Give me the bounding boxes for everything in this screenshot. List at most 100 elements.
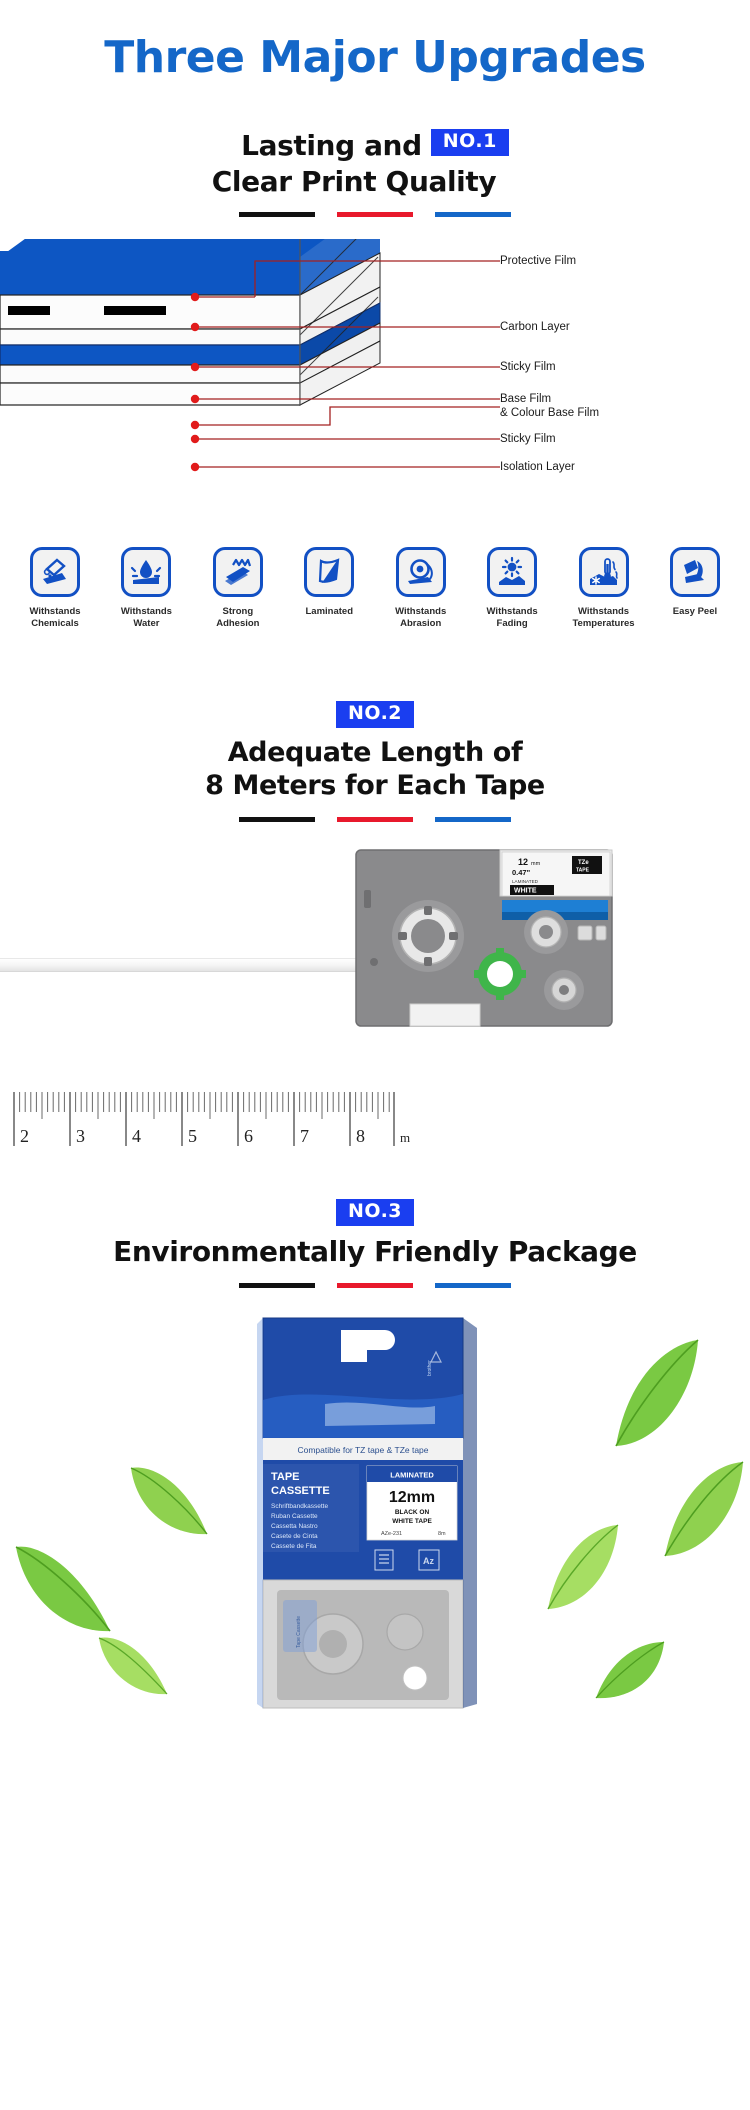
section-2-header: NO.2 Adequate Length of 8 Meters for Eac…: [0, 701, 750, 822]
rule-red: [337, 816, 413, 822]
rule-blue: [435, 1282, 511, 1288]
ruler-tick-8: 8: [356, 1126, 365, 1146]
cassette-size-value: 12: [518, 857, 528, 867]
svg-text:brother: brother: [427, 1360, 433, 1376]
ruler-tick-3: 3: [76, 1126, 85, 1146]
feature-withstands-abrasion: Withstands Abrasion: [380, 547, 462, 667]
rule-black: [239, 816, 315, 822]
leaf-icon: [547, 1524, 619, 1610]
diagram-label-sticky-film-1: Sticky Film: [500, 361, 556, 374]
tape-layer-diagram: Protective Film Carbon Layer Sticky Film…: [0, 239, 750, 499]
sun-fading-icon: [487, 547, 538, 598]
leaf-icon: [15, 1546, 111, 1632]
ruler: 2 3 4 5 6 7 8 m: [0, 1074, 750, 1169]
section-2-title-line1: Adequate Length of: [227, 737, 523, 768]
cassette-brand: TZe: [578, 860, 589, 866]
rule-blue: [435, 816, 511, 822]
feature-withstands-chemicals: Withstands Chemicals: [14, 547, 96, 667]
feature-label: Easy Peel: [672, 606, 718, 618]
feature-withstands-fading: Withstands Fading: [471, 547, 553, 667]
svg-text:TAPE: TAPE: [576, 867, 590, 873]
feature-label: Laminated: [305, 606, 354, 618]
easy-peel-icon: [669, 547, 720, 598]
feature-label: Withstands Chemicals: [29, 606, 81, 630]
tape-cassette-image: 12 mm 0.47" LAMINATED WHITE TZe TAPE: [355, 849, 613, 1027]
feature-laminated: Laminated: [288, 547, 370, 667]
feature-label: Withstands Water: [120, 606, 172, 630]
section-1-title-line2: Clear Print Quality: [211, 165, 497, 199]
diagram-label-carbon-layer: Carbon Layer: [500, 321, 570, 334]
page-title: Three Major Upgrades: [104, 32, 646, 83]
leaf-icon: [615, 1339, 699, 1447]
feature-label: Withstands Temperatures: [572, 606, 635, 630]
diagram-label-isolation-layer: Isolation Layer: [500, 461, 575, 474]
rule-black: [239, 1282, 315, 1288]
section-3-header: NO.3 Environmentally Friendly Package: [0, 1198, 750, 1288]
ruler-tick-5: 5: [188, 1126, 197, 1146]
feature-label: Withstands Fading: [486, 606, 538, 630]
section-2-title-line2: 8 Meters for Each Tape: [205, 769, 545, 801]
diagram-label-list: Protective Film Carbon Layer Sticky Film…: [500, 239, 750, 499]
abrasion-icon: [395, 547, 446, 598]
section-3-title-line1: Environmentally Friendly Package: [113, 1234, 637, 1268]
svg-text:Tape Cassette: Tape Cassette: [296, 1616, 302, 1648]
feature-withstands-water: Withstands Water: [105, 547, 187, 667]
rule-black: [239, 212, 315, 218]
feature-strong-adhesion: Strong Adhesion: [197, 547, 279, 667]
package-lang-2: Ruban Cassette: [271, 1513, 318, 1520]
feature-icon-strip: Withstands Chemicals Withstands Water St…: [0, 547, 750, 667]
section-3-rules: [0, 1282, 750, 1288]
package-compatible-text: Compatible for TZ tape & TZe tape: [297, 1445, 428, 1455]
section-1-rules: [0, 212, 750, 218]
section-3-badge: NO.3: [335, 1198, 415, 1226]
cassette-laminated-text: LAMINATED: [512, 879, 539, 884]
feature-label: Strong Adhesion: [216, 606, 260, 630]
leaf-icon: [98, 1637, 168, 1695]
ruler-unit: m: [400, 1130, 410, 1145]
feature-label: Withstands Abrasion: [395, 606, 447, 630]
package-lang-1: Schriftbandkassette: [271, 1503, 328, 1510]
ruler-tick-7: 7: [300, 1126, 309, 1146]
cassette-inch-value: 0.47": [512, 868, 531, 877]
package-lang-3: Cassetta Nastro: [271, 1523, 318, 1530]
package-lang-5: Cassete de Fita: [271, 1543, 317, 1550]
package-title-line2: CASSETTE: [271, 1485, 330, 1497]
section-2-rules: [0, 816, 750, 822]
ruler-tick-6: 6: [244, 1126, 253, 1146]
chemicals-icon: [30, 547, 80, 598]
leaf-icon: [664, 1461, 744, 1557]
package-laminated: LAMINATED: [390, 1470, 434, 1479]
package-spec-line1: BLACK ON: [395, 1509, 430, 1516]
rule-red: [337, 212, 413, 218]
section-1-title-line1: Lasting and: [241, 129, 422, 162]
temperature-icon: [578, 547, 629, 598]
package-spec-line2: WHITE TAPE: [392, 1518, 432, 1525]
rule-blue: [435, 212, 511, 218]
diagram-label-colour-base-film: & Colour Base Film: [500, 407, 600, 420]
diagram-label-protective-film: Protective Film: [500, 255, 577, 268]
ruler-tick-4: 4: [132, 1126, 141, 1146]
adhesion-icon: [212, 547, 263, 598]
feature-withstands-temperatures: Withstands Temperatures: [563, 547, 645, 667]
infographic-page: Three Major Upgrades Lasting and NO.1 Cl…: [0, 0, 750, 2110]
rule-red: [337, 1282, 413, 1288]
package-size: 12mm: [389, 1489, 435, 1506]
feature-easy-peel: Easy Peel: [654, 547, 736, 667]
leaf-icon: [130, 1467, 208, 1535]
package-model: AZe-231: [381, 1531, 402, 1537]
cassette-size-unit: mm: [531, 861, 541, 867]
package-title-line1: TAPE: [271, 1471, 300, 1483]
package-lang-4: Casete de Cinta: [271, 1533, 318, 1540]
diagram-label-base-film: Base Film: [500, 393, 552, 406]
package-length: 8m: [438, 1531, 446, 1537]
water-drop-icon: [121, 547, 172, 598]
leaf-icon: [595, 1641, 665, 1699]
section-2-badge: NO.2: [335, 701, 415, 728]
cassette-color-name: WHITE: [514, 887, 537, 894]
tape-cassette-scene: 12 mm 0.47" LAMINATED WHITE TZe TAPE: [0, 836, 750, 1066]
diagram-label-sticky-film-2: Sticky Film: [500, 433, 556, 446]
section-1-badge: NO.1: [430, 129, 509, 156]
svg-text:Az: Az: [423, 1556, 434, 1566]
ruler-tick-2: 2: [20, 1126, 29, 1146]
package-image: brother Compatible for TZ tape & TZe tap…: [257, 1317, 477, 1709]
